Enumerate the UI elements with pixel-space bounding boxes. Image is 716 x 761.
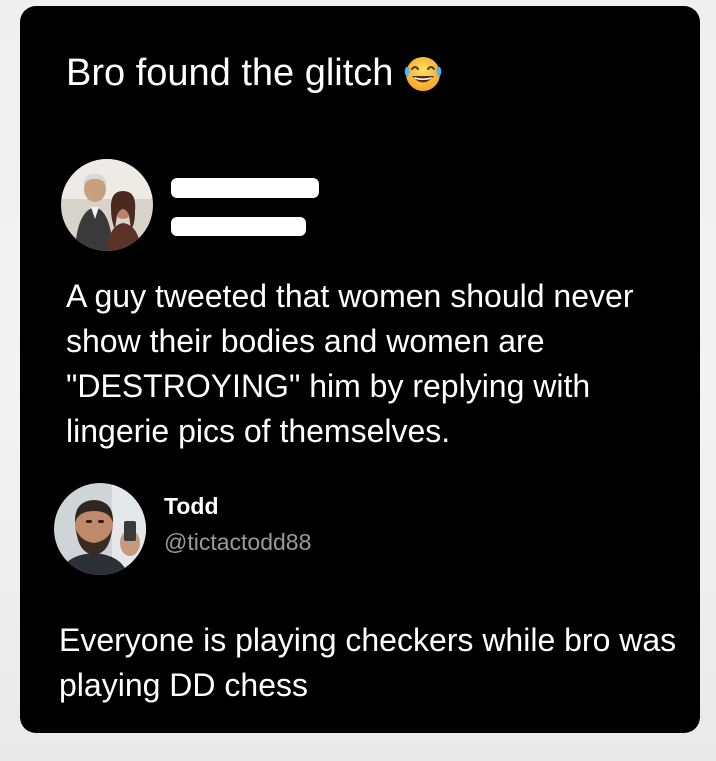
post-title: Bro found the glitch bbox=[66, 48, 443, 98]
redacted-author-handle bbox=[171, 217, 306, 236]
tears-of-joy-emoji-icon bbox=[405, 57, 442, 91]
post-card: Bro found the glitch A guy tweeted that … bbox=[20, 6, 700, 733]
second-tweet-author-name[interactable]: Todd bbox=[164, 493, 219, 520]
first-tweet-avatar[interactable] bbox=[61, 159, 153, 251]
redacted-author-name bbox=[171, 178, 319, 198]
second-tweet-avatar[interactable] bbox=[54, 483, 146, 575]
selfie-avatar-image bbox=[54, 483, 146, 575]
second-tweet-text: Everyone is playing checkers while bro w… bbox=[59, 622, 677, 703]
couple-photo-avatar-image bbox=[61, 159, 153, 251]
second-tweet-author-handle[interactable]: @tictactodd88 bbox=[164, 529, 311, 556]
post-title-text: Bro found the glitch bbox=[66, 52, 394, 94]
first-tweet-text: A guy tweeted that women should never sh… bbox=[66, 278, 634, 449]
